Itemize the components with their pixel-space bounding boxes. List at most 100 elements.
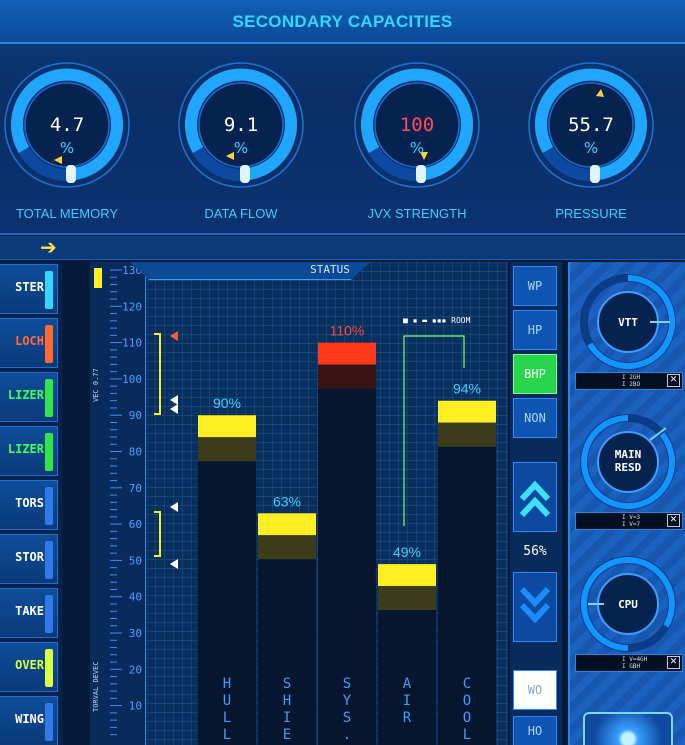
- list-item[interactable]: TAKE: [0, 588, 58, 638]
- hp-button[interactable]: HP: [513, 310, 557, 350]
- gauge-label: MAIN RESD: [614, 448, 642, 474]
- status-bar-chart: 90%HULL63%SHIELD110%SYS.49%AIR94%COOL: [154, 323, 496, 745]
- bar-value-label: 49%: [393, 544, 421, 560]
- category-label: U: [223, 693, 231, 709]
- category-label: E: [283, 727, 291, 743]
- bar-cap: [318, 342, 376, 365]
- status-swatch: [45, 649, 53, 687]
- gauge-glow-indicator: [416, 165, 426, 183]
- list-item-label: LOCH: [15, 334, 44, 348]
- category-label: L: [463, 727, 471, 743]
- gauge-label: VTT: [618, 316, 638, 329]
- chevron-down-icon: [519, 586, 551, 624]
- list-item[interactable]: STER: [0, 264, 58, 314]
- status-swatch: [45, 487, 53, 525]
- list-item[interactable]: OVER: [0, 642, 58, 692]
- category-label: C: [463, 676, 471, 692]
- bar-shadow: [378, 586, 436, 611]
- info-text: I V=4GH I GBH: [622, 656, 648, 670]
- category-label: L: [223, 727, 231, 743]
- bhp-button[interactable]: BHP: [513, 354, 557, 394]
- axis-marker: [170, 331, 178, 341]
- category-label: I: [283, 710, 291, 726]
- close-icon[interactable]: ✕: [667, 514, 680, 527]
- list-item-label: TORS: [15, 496, 44, 510]
- gauge-glow-indicator: [590, 165, 600, 183]
- vtt-gauge[interactable]: VTT I 2GH I 2BO ✕: [570, 272, 685, 397]
- ruler-side-text: VEC 0.77: [92, 368, 100, 402]
- info-bar: I V=3 I V=7 ✕: [575, 512, 683, 530]
- category-label: L: [223, 710, 231, 726]
- bar-cap: [198, 415, 256, 438]
- category-label: S: [283, 676, 291, 692]
- gauge-label: JVX STRENGTH: [367, 206, 467, 221]
- wp-button[interactable]: WP: [513, 266, 557, 306]
- subsystem-panel: VTT I 2GH I 2BO ✕ MAIN RESD I V=3 I V=7 ✕ …: [568, 262, 685, 745]
- gauge-unit: %: [583, 139, 599, 157]
- list-item[interactable]: LIZER: [0, 426, 58, 476]
- close-icon[interactable]: ✕: [667, 374, 680, 387]
- gauge-glow-indicator: [240, 165, 250, 183]
- bar-value-label: 90%: [213, 395, 241, 411]
- gauge-value: 55.7: [568, 114, 614, 136]
- list-item[interactable]: WING: [0, 696, 58, 745]
- list-item-label: WING: [15, 712, 44, 726]
- gauge-unit: %: [409, 139, 425, 157]
- gauge-label: DATA FLOW: [204, 206, 278, 221]
- range-bracket: [154, 333, 161, 415]
- gauge-unit: %: [59, 139, 75, 157]
- list-item-label: STER: [15, 280, 44, 294]
- status-swatch: [45, 325, 53, 363]
- ruler-tick-label: 90: [129, 409, 142, 422]
- non-button[interactable]: NON: [513, 398, 557, 438]
- ruler-tick-label: 100: [122, 373, 142, 386]
- list-item[interactable]: STOR: [0, 534, 58, 584]
- secondary-capacities-panel: SECONDARY CAPACITIES 4.7 % TOTAL MEMORY …: [0, 0, 685, 235]
- list-item-label: OVER: [15, 658, 44, 672]
- status-chart: 90%HULL63%SHIELD110%SYS.49%AIR94%COOL: [145, 262, 508, 745]
- bar-shadow: [318, 364, 376, 389]
- gauge-value: 100: [399, 114, 435, 136]
- range-bracket: [154, 511, 161, 557]
- ho-button[interactable]: HO: [513, 716, 557, 745]
- category-label: H: [283, 693, 291, 709]
- arrow-right-icon[interactable]: ➔: [40, 235, 57, 259]
- power-button[interactable]: [583, 712, 673, 745]
- axis-marker: [170, 502, 178, 512]
- main-resd-gauge[interactable]: MAIN RESD I V=3 I V=7 ✕: [570, 412, 685, 537]
- gauge-glow-indicator: [66, 165, 76, 183]
- bar-cap: [258, 513, 316, 536]
- status-swatch: [45, 433, 53, 471]
- bar-cap: [378, 564, 436, 587]
- chart-title: STATUS: [310, 263, 350, 276]
- bar-cap: [438, 400, 496, 423]
- category-label: S: [343, 676, 351, 692]
- list-item[interactable]: LOCH: [0, 318, 58, 368]
- list-item-label: STOR: [15, 550, 44, 564]
- cpu-gauge[interactable]: CPU I V=4GH I GBH ✕: [570, 554, 685, 679]
- gauge-value: 9.1: [223, 114, 259, 136]
- gauge-pressure: 55.7 % PRESSURE: [526, 60, 666, 221]
- list-item[interactable]: LIZER: [0, 372, 58, 422]
- axis-marker: [170, 395, 178, 405]
- gauge-unit: %: [233, 139, 249, 157]
- status-swatch: [45, 703, 53, 741]
- info-text: I V=3 I V=7: [622, 514, 641, 528]
- category-label: Y: [343, 693, 352, 709]
- ruler-tick-label: 40: [129, 591, 142, 604]
- scroll-up-button[interactable]: [513, 462, 557, 532]
- bar-value-label: 110%: [330, 323, 365, 339]
- status-swatch: [45, 595, 53, 633]
- axis-marker: [170, 559, 178, 569]
- close-icon[interactable]: ✕: [667, 656, 680, 669]
- status-swatch: [45, 541, 53, 579]
- scroll-down-button[interactable]: [513, 572, 557, 642]
- bar-shadow: [438, 422, 496, 447]
- list-item[interactable]: TORS: [0, 480, 58, 530]
- wo-button[interactable]: WO: [513, 670, 557, 710]
- list-item-label: TAKE: [15, 604, 44, 618]
- ruler-side-text: TORVAL DEVEC: [92, 661, 100, 712]
- gauge-data-flow: 9.1 % DATA FLOW: [176, 60, 316, 221]
- info-text: I 2GH I 2BO: [622, 374, 641, 388]
- bar-shadow: [198, 437, 256, 462]
